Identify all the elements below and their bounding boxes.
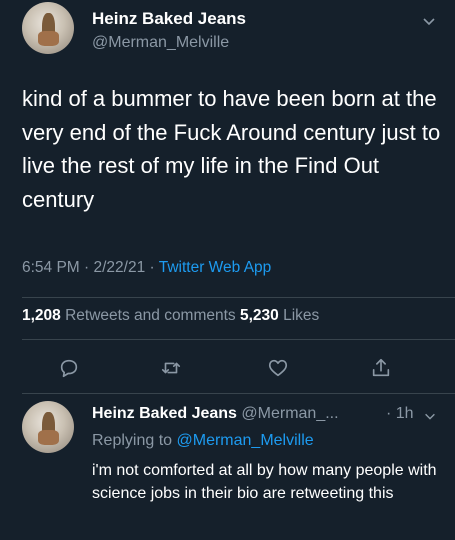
likes-count: 5,230: [240, 307, 279, 324]
reply-timestamp[interactable]: · 1h: [386, 405, 414, 423]
retweets-stat[interactable]: 1,208 Retweets and comments: [22, 307, 240, 324]
replying-prefix: Replying to: [92, 432, 177, 449]
chevron-down-icon[interactable]: [423, 409, 437, 423]
reply-text: i'm not comforted at all by how many peo…: [92, 462, 437, 502]
tweet-meta: 6:54 PM · 2/22/21 · Twitter Web App: [22, 259, 271, 277]
avatar[interactable]: [22, 2, 74, 54]
likes-label: Likes: [278, 307, 320, 324]
replying-to: Replying to @Merman_Melville: [92, 432, 314, 450]
display-name[interactable]: Heinz Baked Jeans: [92, 9, 246, 29]
retweets-label: Retweets and comments: [60, 307, 240, 324]
reply-display-name[interactable]: Heinz Baked Jeans: [92, 405, 237, 422]
reply-handle[interactable]: @Merman_...: [237, 405, 338, 422]
user-handle[interactable]: @Merman_Melville: [92, 34, 229, 52]
reply-header: Heinz Baked Jeans @Merman_...: [92, 405, 339, 423]
retweet-icon[interactable]: [160, 357, 182, 379]
reply-icon[interactable]: [58, 357, 80, 379]
chevron-down-icon[interactable]: [421, 13, 437, 29]
replying-to-mention[interactable]: @Merman_Melville: [177, 432, 314, 449]
divider: [22, 297, 455, 298]
divider: [22, 393, 455, 394]
divider: [22, 339, 455, 340]
tweet-timestamp[interactable]: 6:54 PM · 2/22/21 ·: [22, 259, 159, 276]
heart-icon[interactable]: [267, 357, 289, 379]
reply-avatar[interactable]: [22, 401, 74, 453]
share-icon[interactable]: [370, 357, 392, 379]
tweet-source-app[interactable]: Twitter Web App: [159, 259, 272, 276]
tweet-stats: 1,208 Retweets and comments 5,230 Likes: [22, 307, 319, 325]
likes-stat[interactable]: 5,230 Likes: [240, 307, 319, 324]
retweets-count: 1,208: [22, 307, 61, 324]
tweet-text: kind of a bummer to have been born at th…: [22, 86, 441, 212]
